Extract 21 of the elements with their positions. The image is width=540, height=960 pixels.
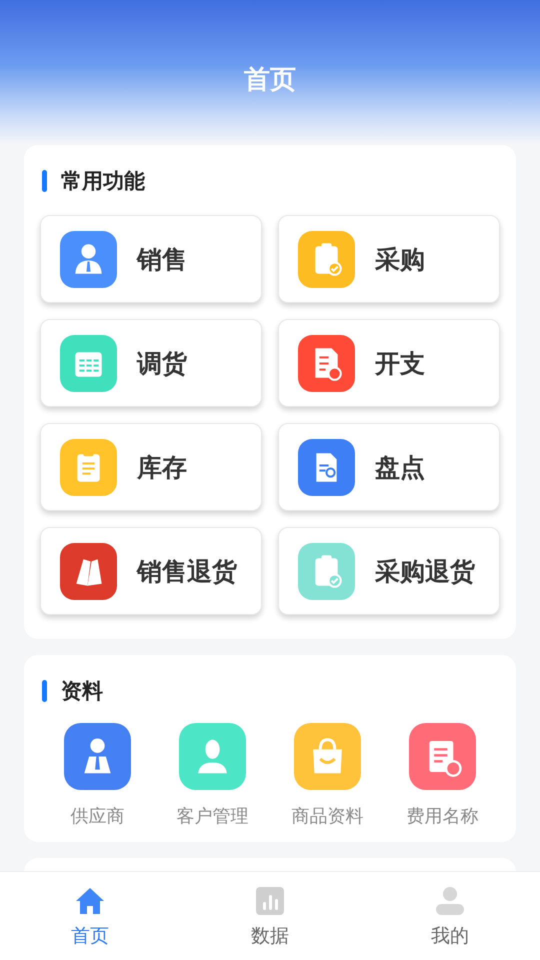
resource-item[interactable]: 商品资料 xyxy=(270,723,385,828)
home-icon xyxy=(74,885,106,917)
function-tile[interactable]: 盘点 xyxy=(278,423,500,511)
page-title: 首页 xyxy=(244,64,296,96)
function-tile[interactable]: 库存 xyxy=(40,423,262,511)
user-icon xyxy=(434,885,466,917)
section-title: 常用功能 xyxy=(40,167,500,195)
function-tile[interactable]: 采购 xyxy=(278,215,500,303)
tab[interactable]: 我的 xyxy=(360,872,540,960)
resource-item[interactable]: 供应商 xyxy=(40,723,155,828)
resource-item[interactable]: 客户管理 xyxy=(155,723,270,828)
function-tile[interactable]: 开支 xyxy=(278,319,500,407)
resource-item[interactable]: 费用名称 xyxy=(385,723,500,828)
function-tile[interactable]: 销售 xyxy=(40,215,262,303)
section-title: 资料 xyxy=(40,677,500,705)
function-tile[interactable]: 调货 xyxy=(40,319,262,407)
tab[interactable]: 数据 xyxy=(180,872,360,960)
chart-icon xyxy=(254,885,286,917)
function-tile[interactable]: 采购退货 xyxy=(278,527,500,615)
function-tile[interactable]: 销售退货 xyxy=(40,527,262,615)
tab[interactable]: 首页 xyxy=(0,872,180,960)
